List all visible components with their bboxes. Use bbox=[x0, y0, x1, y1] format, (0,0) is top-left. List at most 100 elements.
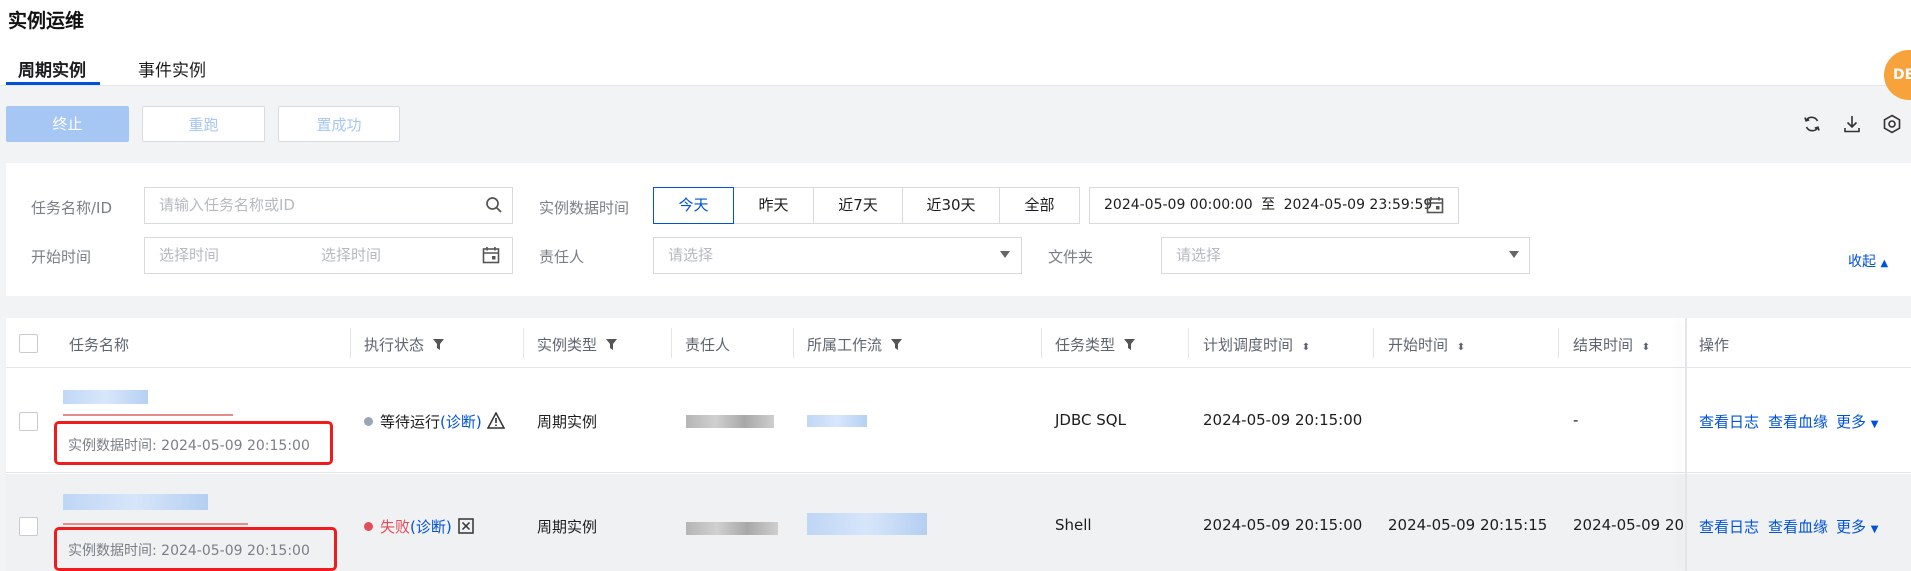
redaction-mark bbox=[63, 414, 233, 416]
row-checkbox[interactable] bbox=[19, 517, 38, 536]
date-range-picker[interactable]: 2024-05-09 00:00:00 至 2024-05-09 23:59:5… bbox=[1089, 187, 1459, 224]
start-time-to: 选择时间 bbox=[321, 246, 382, 264]
task-type-cell: JDBC SQL bbox=[1055, 411, 1126, 429]
instance-data-time: 实例数据时间: 2024-05-09 20:15:00 bbox=[68, 438, 310, 454]
date-end: 2024-05-09 23:59:59 bbox=[1283, 197, 1433, 213]
view-lineage-link[interactable]: 查看血缘 bbox=[1768, 411, 1828, 432]
column-divider bbox=[1373, 328, 1374, 358]
status-text: 失败 bbox=[380, 518, 411, 536]
more-menu[interactable]: 更多 ▼ bbox=[1836, 411, 1879, 432]
chevron-down-icon: ▼ bbox=[1870, 419, 1879, 430]
more-menu[interactable]: 更多 ▼ bbox=[1836, 516, 1879, 537]
collapse-label: 收起 bbox=[1848, 254, 1876, 270]
diagnose-link[interactable]: (诊断) bbox=[440, 413, 482, 431]
status-dot bbox=[364, 417, 373, 426]
filter-icon[interactable] bbox=[605, 339, 617, 350]
filter-icon[interactable] bbox=[890, 339, 902, 350]
redaction-mark bbox=[63, 523, 248, 525]
status-cell: 失败(诊断) bbox=[380, 516, 452, 537]
column-header-instance-type[interactable]: 实例类型 bbox=[537, 334, 617, 355]
schedule-time-cell: 2024-05-09 20:15:00 bbox=[1203, 411, 1363, 429]
collapse-filters-link[interactable]: 收起 ▲ bbox=[1848, 251, 1888, 271]
sort-icon[interactable]: ⬍ bbox=[1302, 342, 1310, 353]
instance-data-time: 实例数据时间: 2024-05-09 20:15:00 bbox=[68, 543, 310, 559]
view-lineage-link[interactable]: 查看血缘 bbox=[1768, 516, 1828, 537]
view-log-link[interactable]: 查看日志 bbox=[1699, 411, 1759, 432]
tab-event-instances[interactable]: 事件实例 bbox=[138, 56, 206, 81]
range-all[interactable]: 全部 bbox=[999, 187, 1080, 224]
column-header-label: 执行状态 bbox=[364, 336, 425, 354]
column-header-end-time[interactable]: 结束时间 ⬍ bbox=[1573, 334, 1650, 355]
select-all-checkbox[interactable] bbox=[19, 334, 38, 353]
tab-periodic-instances[interactable]: 周期实例 bbox=[18, 56, 86, 81]
chevron-down-icon: ▼ bbox=[1870, 524, 1879, 535]
calendar-icon[interactable] bbox=[1426, 196, 1444, 214]
start-time-range-input[interactable]: 选择时间 选择时间 bbox=[144, 237, 513, 274]
data-time-label: 实例数据时间 bbox=[539, 199, 630, 217]
more-label: 更多 bbox=[1836, 518, 1867, 536]
folder-label: 文件夹 bbox=[1048, 248, 1094, 266]
range-yesterday[interactable]: 昨天 bbox=[733, 187, 814, 224]
column-divider bbox=[1558, 328, 1559, 358]
column-divider bbox=[671, 328, 672, 358]
header-bar bbox=[0, 0, 1911, 86]
close-box-icon[interactable] bbox=[458, 518, 474, 534]
column-header-task-name[interactable]: 任务名称 bbox=[69, 334, 129, 355]
instance-type-cell: 周期实例 bbox=[537, 518, 598, 536]
date-separator: 至 bbox=[1261, 197, 1276, 213]
column-header-task-type[interactable]: 任务类型 bbox=[1055, 334, 1135, 355]
sort-icon[interactable]: ⬍ bbox=[1642, 342, 1650, 353]
terminate-button[interactable]: 终止 bbox=[6, 106, 129, 142]
owner-select[interactable]: 请选择 bbox=[653, 237, 1022, 274]
filter-panel bbox=[6, 163, 1911, 296]
column-divider bbox=[1041, 328, 1042, 358]
task-name-redacted[interactable] bbox=[63, 494, 208, 510]
folder-select[interactable]: 请选择 bbox=[1161, 237, 1530, 274]
chevron-up-icon: ▲ bbox=[1880, 258, 1889, 269]
column-header-label: 所属工作流 bbox=[807, 336, 883, 354]
range-today[interactable]: 今天 bbox=[653, 187, 734, 224]
column-header-workflow[interactable]: 所属工作流 bbox=[807, 334, 902, 355]
active-tab-indicator bbox=[6, 82, 100, 85]
fixed-column-divider bbox=[1685, 318, 1687, 571]
task-type-cell: Shell bbox=[1055, 516, 1092, 534]
owner-label: 责任人 bbox=[539, 248, 585, 266]
column-header-schedule-time[interactable]: 计划调度时间 ⬍ bbox=[1203, 334, 1310, 355]
workflow-redacted[interactable] bbox=[807, 415, 867, 427]
search-icon[interactable] bbox=[485, 196, 503, 214]
row-checkbox[interactable] bbox=[19, 412, 38, 431]
set-success-button[interactable]: 置成功 bbox=[278, 106, 400, 142]
filter-icon[interactable] bbox=[432, 339, 444, 350]
task-name-search-input[interactable]: 请输入任务名称或ID bbox=[144, 187, 513, 224]
view-log-link[interactable]: 查看日志 bbox=[1699, 516, 1759, 537]
column-header-label: 实例类型 bbox=[537, 336, 598, 354]
column-header-label: 计划调度时间 bbox=[1203, 336, 1294, 354]
calendar-icon[interactable] bbox=[482, 246, 500, 264]
column-header-start-time[interactable]: 开始时间 ⬍ bbox=[1388, 334, 1465, 355]
range-last-30-days[interactable]: 近30天 bbox=[902, 187, 1000, 224]
column-divider bbox=[1188, 328, 1189, 358]
task-name-redacted[interactable] bbox=[63, 390, 148, 404]
start-time-label: 开始时间 bbox=[31, 248, 92, 266]
column-header-owner[interactable]: 责任人 bbox=[685, 334, 730, 355]
workflow-redacted[interactable] bbox=[807, 513, 927, 535]
sort-icon[interactable]: ⬍ bbox=[1457, 342, 1465, 353]
column-divider bbox=[350, 328, 351, 358]
diagnose-link[interactable]: (诊断) bbox=[410, 518, 452, 536]
status-dot bbox=[364, 522, 373, 531]
range-last-7-days[interactable]: 近7天 bbox=[813, 187, 903, 224]
column-header-status[interactable]: 执行状态 bbox=[364, 334, 444, 355]
start-time-cell: 2024-05-09 20:15:15 bbox=[1388, 516, 1548, 534]
date-start: 2024-05-09 00:00:00 bbox=[1104, 197, 1253, 213]
filter-icon[interactable] bbox=[1123, 339, 1135, 350]
refresh-icon[interactable] bbox=[1802, 114, 1822, 134]
task-name-label: 任务名称/ID bbox=[31, 199, 113, 217]
instance-type-cell: 周期实例 bbox=[537, 413, 598, 431]
rerun-button[interactable]: 重跑 bbox=[142, 106, 265, 142]
download-icon[interactable] bbox=[1842, 114, 1862, 134]
end-time-cell: 2024-05-09 20:16 bbox=[1573, 516, 1685, 534]
settings-icon[interactable] bbox=[1882, 114, 1902, 134]
warning-icon[interactable] bbox=[487, 412, 505, 429]
column-divider bbox=[793, 328, 794, 358]
schedule-time-cell: 2024-05-09 20:15:00 bbox=[1203, 516, 1363, 534]
